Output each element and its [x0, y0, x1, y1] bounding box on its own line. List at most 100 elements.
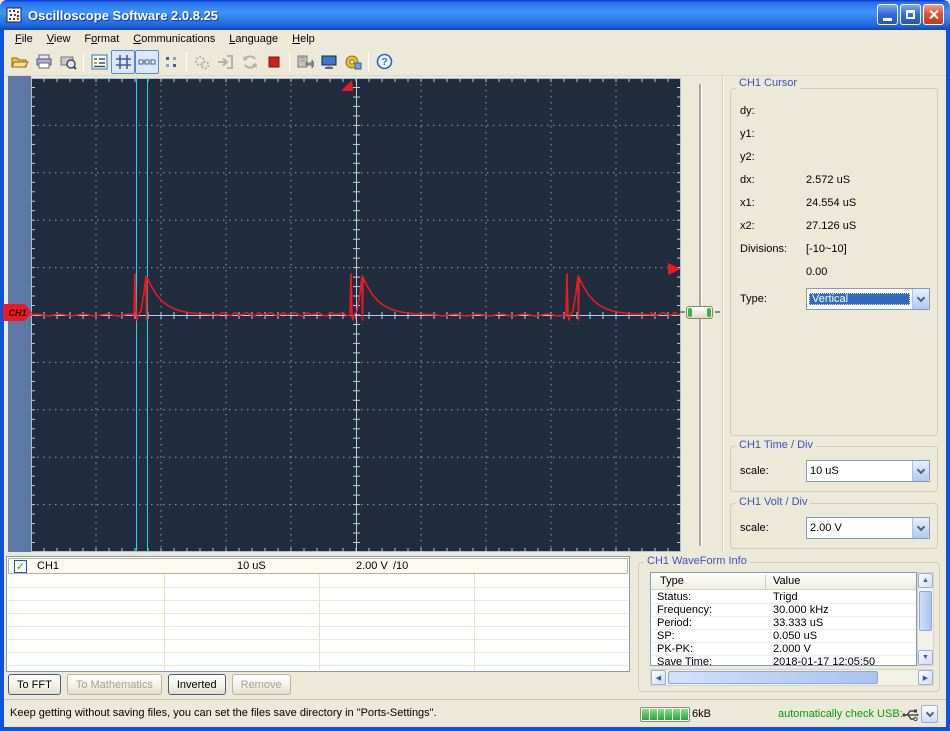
settings-button[interactable]: [190, 50, 214, 74]
info-row-savetime[interactable]: Save Time: 2018-01-17 12:05:50: [651, 656, 916, 665]
scroll-right-button[interactable]: ▶: [918, 670, 933, 685]
title-bar[interactable]: Oscilloscope Software 2.0.8.25: [0, 0, 950, 30]
menu-bar: File View Format Communications Language…: [4, 30, 946, 48]
channels-table[interactable]: ✓ CH1 10 uS 2.00 V /10: [6, 556, 630, 672]
chevron-down-icon: [916, 522, 926, 531]
volt-scale-select[interactable]: 2.00 V: [806, 517, 930, 539]
progress-segment: [642, 709, 649, 720]
menu-communications[interactable]: Communications: [126, 32, 222, 46]
info-row-frequency[interactable]: Frequency: 30.000 kHz: [651, 604, 916, 617]
channel-actions: To FFT To Mathematics Inverted Remove: [8, 674, 291, 695]
display-screen-button[interactable]: [317, 50, 341, 74]
inverted-button[interactable]: Inverted: [167, 674, 226, 695]
gears-icon: [195, 55, 210, 69]
progress-segment: [665, 709, 673, 720]
scroll-down-button[interactable]: ▼: [918, 650, 933, 665]
volt-scale-dropdown-button[interactable]: [912, 518, 929, 538]
progress-segment: [657, 709, 665, 720]
usb-options-button[interactable]: [921, 705, 938, 723]
x1-label: x1:: [740, 197, 755, 209]
ch1-cursor-groupbox: [730, 88, 938, 436]
close-icon: [928, 9, 939, 20]
ch1-voltdiv-title: CH1 Volt / Div: [736, 496, 811, 508]
usb-check-label: automatically check USB:: [778, 708, 903, 720]
table-column-line: [474, 574, 475, 670]
horizontal-scroll-thumb[interactable]: [668, 671, 878, 684]
menu-language[interactable]: Language: [222, 32, 285, 46]
grid-toggle-button[interactable]: [111, 49, 135, 74]
panel-splitter[interactable]: [722, 76, 724, 552]
table-column-line: [164, 574, 165, 670]
close-button[interactable]: [923, 4, 944, 25]
time-scale-select[interactable]: 10 uS: [806, 460, 930, 482]
open-file-button[interactable]: [8, 50, 32, 74]
progress-label: 6kB: [692, 708, 711, 720]
toolbar-separator: [186, 51, 187, 72]
window-border-left: [0, 30, 4, 731]
ch1-checkbox[interactable]: ✓: [14, 560, 27, 573]
cursor-type-select[interactable]: Vertical: [806, 288, 930, 310]
info-row-status[interactable]: Status: Trigd: [651, 591, 916, 604]
waveform-info-table[interactable]: Type Value Status: Trigd Frequency: 30.000…: [650, 572, 917, 666]
samples-line-toggle-button[interactable]: [135, 49, 159, 74]
vertical-offset-slider-handle[interactable]: [686, 306, 713, 319]
toolbar-separator: [83, 51, 84, 72]
menu-help[interactable]: Help: [285, 32, 322, 46]
channel-row-ch1[interactable]: ✓ CH1 10 uS 2.00 V /10: [8, 558, 628, 574]
header-value: Value: [773, 575, 801, 587]
stop-button[interactable]: [262, 50, 286, 74]
cursor-type-label: Type:: [740, 293, 767, 305]
channel-list-button[interactable]: [87, 50, 111, 74]
info-row-sp[interactable]: SP: 0.050 uS: [651, 630, 916, 643]
info-horizontal-scrollbar[interactable]: ◀ ▶: [650, 669, 934, 686]
x2-label: x2:: [740, 220, 755, 232]
to-fft-button[interactable]: To FFT: [8, 674, 61, 695]
scroll-left-button[interactable]: ◀: [651, 670, 666, 685]
menu-file[interactable]: File: [8, 32, 40, 46]
chevron-down-icon: [916, 465, 926, 474]
app-window: Oscilloscope Software 2.0.8.25 File View…: [0, 0, 950, 731]
table-row-line: [8, 639, 628, 640]
window-border-bottom: [0, 727, 950, 731]
table-row-line: [8, 587, 628, 588]
chevron-down-icon: [925, 708, 934, 717]
info-row-pkpk[interactable]: PK-PK: 2.000 V: [651, 643, 916, 656]
time-scale-dropdown-button[interactable]: [912, 461, 929, 481]
refresh-button[interactable]: [238, 50, 262, 74]
minimize-button[interactable]: [877, 4, 898, 25]
maximize-button[interactable]: [900, 4, 921, 25]
to-mathematics-button[interactable]: To Mathematics: [66, 674, 162, 695]
export-record-button[interactable]: [293, 50, 317, 74]
info-row-period[interactable]: Period: 33.333 uS: [651, 617, 916, 630]
divisions-range-value: [-10~10]: [806, 243, 847, 255]
connect-device-button[interactable]: [214, 50, 238, 74]
menu-view[interactable]: View: [40, 32, 78, 46]
samples-line-icon: [138, 59, 156, 64]
print-button[interactable]: [32, 50, 56, 74]
cursor-type-dropdown-button[interactable]: [912, 289, 929, 309]
refresh-icon: [243, 54, 257, 69]
waveform-info-header[interactable]: Type Value: [651, 573, 916, 590]
remove-button[interactable]: Remove: [231, 674, 291, 695]
help-button[interactable]: ?: [372, 50, 396, 74]
ports-settings-button[interactable]: [341, 50, 365, 74]
ch1-voltdiv-cell: 2.00 V: [356, 560, 388, 572]
print-preview-button[interactable]: [56, 50, 80, 74]
menu-format[interactable]: Format: [77, 32, 126, 46]
export-record-icon: [297, 55, 314, 68]
app-icon: [6, 7, 22, 23]
scope-display[interactable]: [30, 78, 681, 552]
samples-dots-button[interactable]: [159, 50, 183, 74]
scroll-up-button[interactable]: ▲: [918, 573, 933, 588]
ch1-cursor-title: CH1 Cursor: [736, 77, 801, 89]
ch1-timediv-cell: 10 uS: [237, 560, 266, 572]
window-border-right: [946, 30, 950, 731]
vertical-scroll-thumb[interactable]: [919, 591, 932, 631]
volt-scale-label: scale:: [740, 522, 769, 534]
svg-text:?: ?: [381, 57, 387, 68]
table-row-line: [8, 600, 628, 601]
toolbar-separator: [368, 51, 369, 72]
ports-settings-icon: [345, 55, 362, 69]
info-vertical-scrollbar[interactable]: ▲ ▼: [917, 572, 934, 666]
usb-progress-bar: [640, 707, 690, 722]
